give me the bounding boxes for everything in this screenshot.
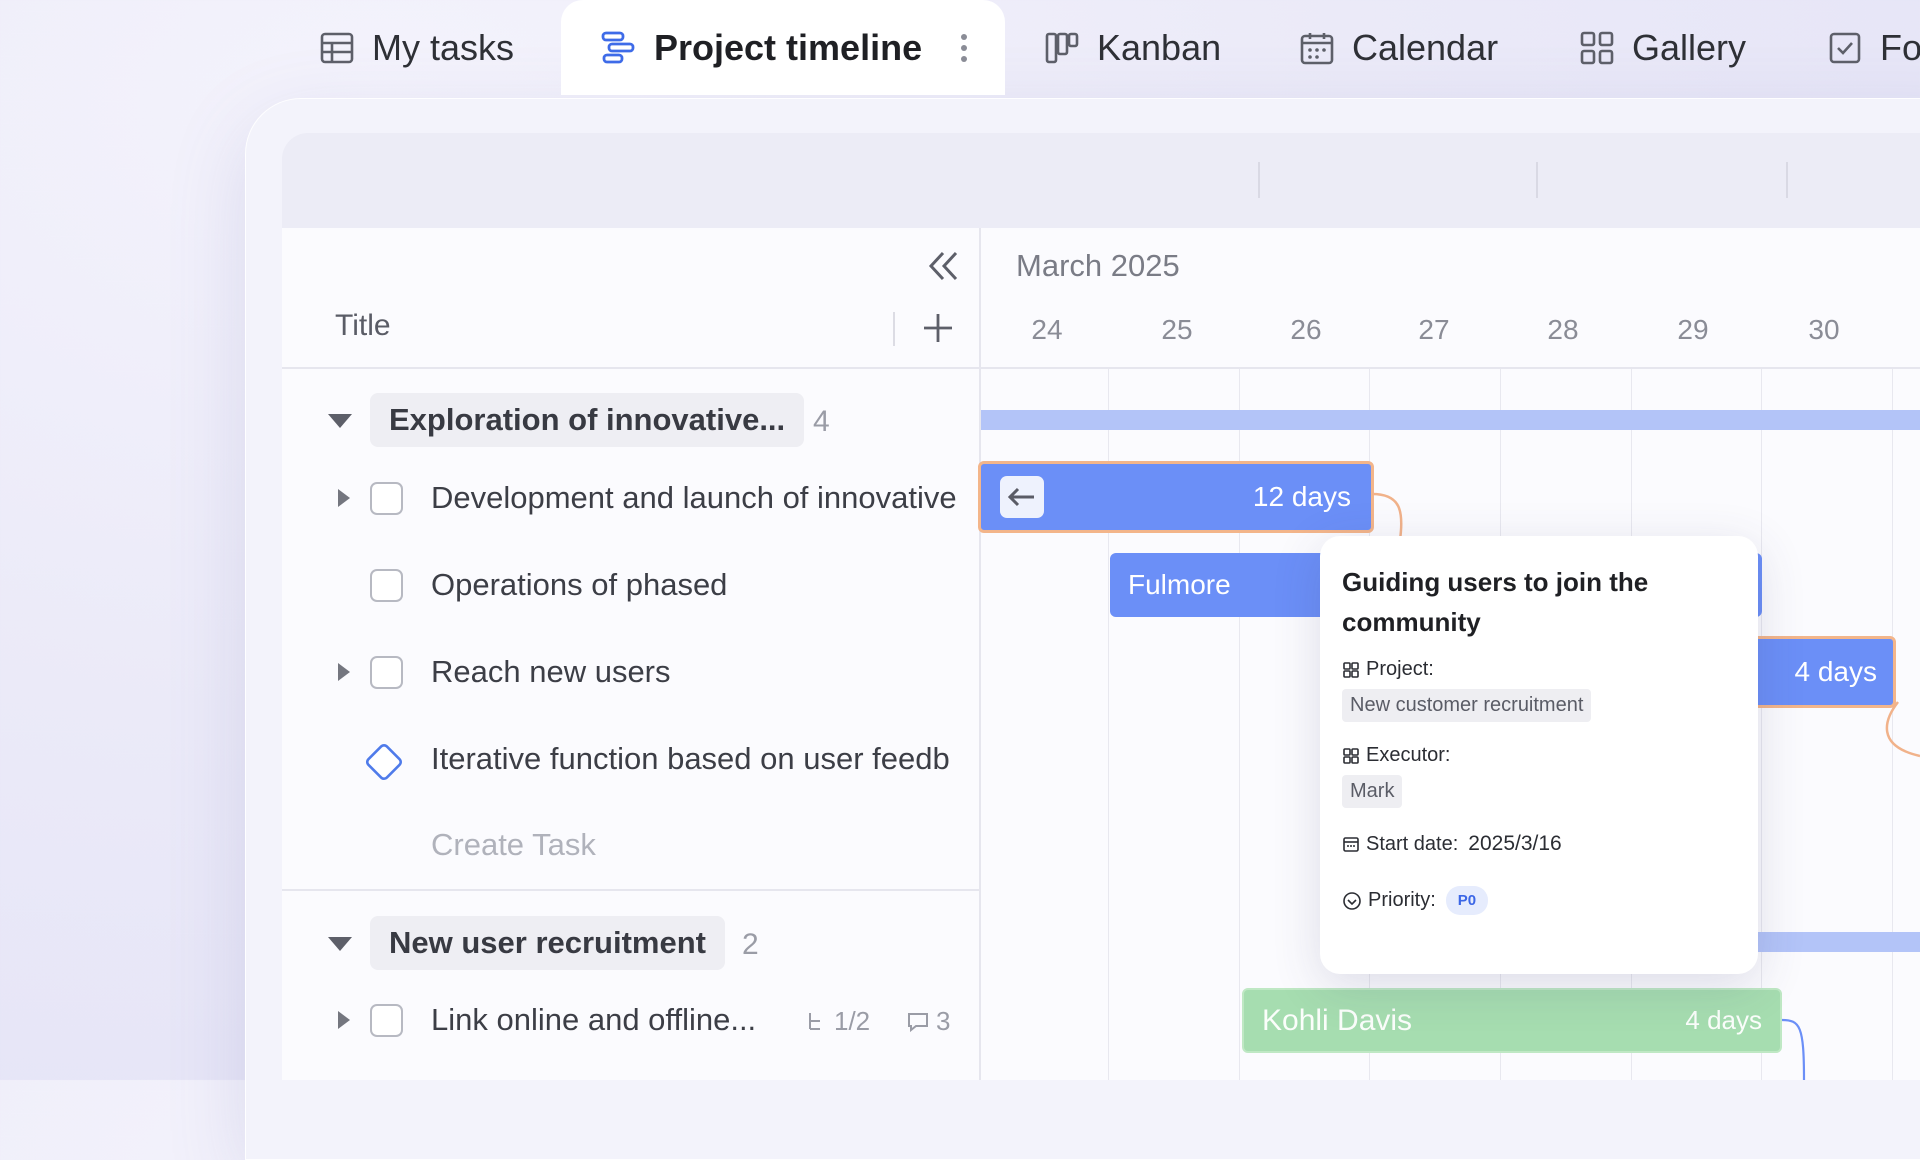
- tab-calendar[interactable]: Calendar: [1300, 0, 1498, 95]
- header-divider: [282, 367, 1920, 369]
- expand-row-icon[interactable]: [338, 489, 350, 507]
- group-label[interactable]: New user recruitment: [370, 916, 725, 970]
- collapse-group-icon[interactable]: [328, 414, 352, 428]
- tab-kanban[interactable]: Kanban: [1045, 0, 1221, 95]
- label-text: Start date:: [1366, 832, 1459, 855]
- task-title[interactable]: Iterative function based on user feedb: [431, 741, 977, 777]
- calendar-small-icon: [1343, 837, 1359, 852]
- grid-line: [1761, 369, 1762, 1080]
- table-icon: [320, 31, 354, 65]
- expand-row-icon[interactable]: [338, 1011, 350, 1029]
- tab-gallery[interactable]: Gallery: [1580, 0, 1746, 95]
- day-label: 30: [1808, 314, 1840, 345]
- task-title[interactable]: Development and launch of innovative: [431, 480, 977, 516]
- day-label: 24: [1031, 314, 1063, 345]
- tooltip-title: Guiding users to join the community: [1342, 567, 1649, 637]
- tab-label: Project timeline: [654, 26, 923, 68]
- group-label[interactable]: Exploration of innovative...: [370, 393, 805, 447]
- group-divider: [282, 889, 979, 891]
- label-text: Priority:: [1368, 889, 1436, 911]
- task-title[interactable]: Operations of phased: [431, 567, 977, 603]
- dependency-connector: [1371, 492, 1403, 540]
- timeline-icon: [600, 30, 636, 66]
- group-summary-bar[interactable]: [981, 410, 1920, 430]
- project-value: New customer recruitment: [1342, 689, 1592, 722]
- task-checkbox[interactable]: [370, 656, 403, 689]
- expand-row-icon[interactable]: [338, 663, 350, 681]
- start-date-row: Start date: 2025/3/16: [1342, 832, 1736, 856]
- tab-label: Kanban: [1097, 26, 1222, 68]
- timeline-month: March 2025: [1016, 248, 1180, 283]
- tab-label: My tasks: [372, 26, 515, 68]
- tab-my-tasks[interactable]: My tasks: [320, 0, 514, 95]
- pane-divider[interactable]: [979, 228, 981, 1080]
- bar-assignee: Fulmore: [1128, 569, 1231, 600]
- day-label: 26: [1290, 314, 1322, 345]
- executor-label: Executor:: [1342, 744, 1736, 767]
- task-checkbox[interactable]: [370, 482, 403, 515]
- task-detail-tooltip: Guiding users to join the community Proj…: [1320, 536, 1758, 974]
- task-title[interactable]: Reach new users: [431, 654, 977, 690]
- project-label: Project:: [1342, 658, 1736, 681]
- more-options-icon[interactable]: [960, 33, 968, 63]
- title-column-header: Title: [335, 309, 391, 342]
- task-checkbox[interactable]: [370, 1004, 403, 1037]
- start-date-value: 2025/3/16: [1468, 832, 1562, 855]
- column-separator: [893, 312, 895, 346]
- dependency-connector: [1781, 1018, 1806, 1080]
- create-task-button[interactable]: Create Task: [431, 827, 596, 863]
- subtask-icon: [806, 1011, 826, 1033]
- day-label: 27: [1418, 314, 1450, 345]
- tab-separator: [1258, 162, 1260, 198]
- subtask-count: 1/2: [806, 1006, 870, 1037]
- tab-label: Calendar: [1352, 26, 1499, 68]
- milestone-diamond-icon[interactable]: [362, 740, 406, 789]
- kanban-icon: [1045, 31, 1079, 65]
- dependency-connector: [1885, 701, 1920, 758]
- task-checkbox[interactable]: [370, 569, 403, 602]
- tab-label: Fo: [1880, 26, 1920, 68]
- bar-duration: 12 days: [1252, 481, 1351, 512]
- task-bar-selected[interactable]: 4 days: [1742, 636, 1896, 708]
- tab-label: Gallery: [1632, 26, 1747, 68]
- subtask-progress: 1/2: [834, 1006, 871, 1036]
- executor-icon: [1343, 747, 1359, 764]
- priority-badge: P0: [1445, 886, 1489, 915]
- bar-duration: 4 days: [1794, 656, 1878, 687]
- calendar-icon: [1300, 31, 1334, 65]
- tab-project-timeline[interactable]: Project timeline: [561, 0, 1005, 95]
- comment-icon: [906, 1011, 930, 1033]
- group-count: 2: [742, 928, 759, 961]
- label-text: Executor:: [1366, 744, 1451, 766]
- gallery-icon: [1580, 31, 1614, 65]
- tab-separator: [1536, 162, 1538, 198]
- group-summary-bar[interactable]: [1757, 932, 1920, 952]
- arrow-left-icon[interactable]: [1000, 476, 1044, 518]
- day-label: 25: [1161, 314, 1193, 345]
- view-tab-bar: [282, 133, 1920, 228]
- comment-count: 3: [906, 1006, 950, 1037]
- project-icon: [1343, 661, 1359, 678]
- comment-number: 3: [936, 1006, 951, 1036]
- tab-form[interactable]: Fo: [1828, 0, 1920, 95]
- task-bar[interactable]: Kohli Davis 4 days: [1242, 988, 1782, 1053]
- collapse-panel-icon[interactable]: [926, 249, 960, 288]
- executor-value: Mark: [1342, 775, 1403, 808]
- priority-icon: [1343, 891, 1361, 910]
- form-icon: [1828, 31, 1862, 65]
- priority-row: Priority: P0: [1342, 886, 1736, 915]
- group-count: 4: [813, 405, 830, 438]
- add-column-icon[interactable]: [921, 311, 955, 350]
- bar-assignee: Kohli Davis: [1262, 1003, 1413, 1037]
- tab-separator: [1786, 162, 1788, 198]
- day-label: 28: [1547, 314, 1579, 345]
- bar-duration: 4 days: [1685, 1005, 1762, 1035]
- label-text: Project:: [1366, 658, 1434, 680]
- task-title[interactable]: Link online and offline...: [431, 1002, 756, 1038]
- collapse-group-icon[interactable]: [328, 937, 352, 951]
- day-label: 29: [1677, 314, 1709, 345]
